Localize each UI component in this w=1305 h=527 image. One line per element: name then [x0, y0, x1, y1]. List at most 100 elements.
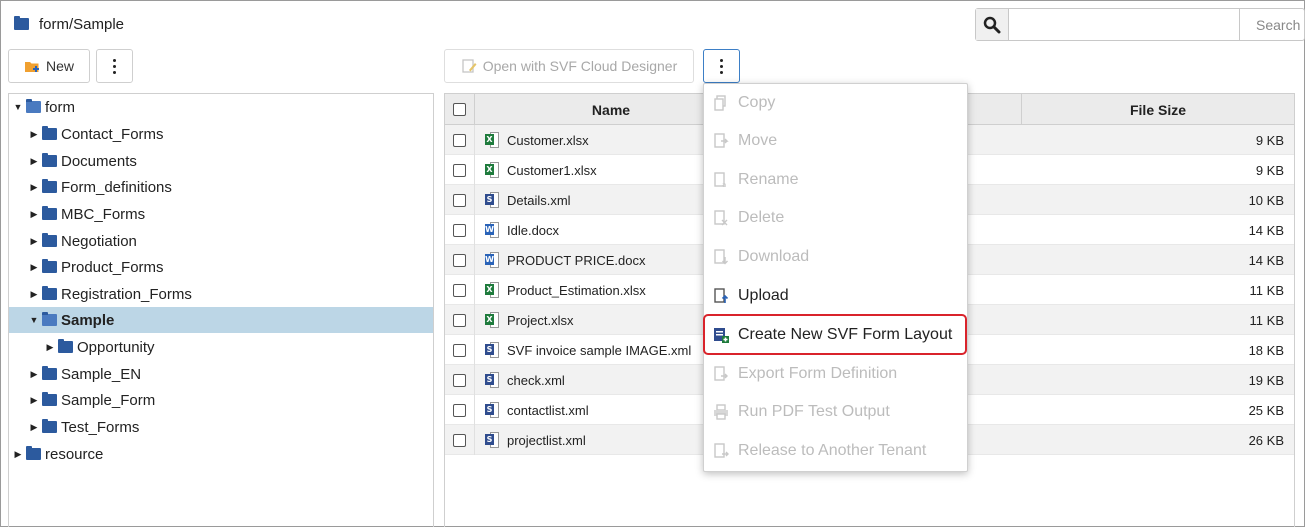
collapse-arrow-icon[interactable]: ▶ — [29, 289, 39, 300]
file-name[interactable]: Customer.xlsx — [507, 133, 589, 148]
row-checkbox[interactable] — [453, 223, 466, 237]
menu-item-label: Move — [738, 132, 778, 149]
tree-node-label: Sample — [61, 311, 115, 329]
new-button-label: New — [45, 58, 74, 74]
new-button[interactable]: New — [8, 49, 90, 83]
tree-node-registration-forms[interactable]: ▶ Registration_Forms — [9, 281, 433, 307]
tree-node-form[interactable]: ▼ form — [9, 94, 433, 120]
folder-icon — [58, 339, 73, 353]
context-menu: Copy Move a Rename Delete Download Uploa… — [703, 83, 968, 472]
file-name[interactable]: PRODUCT PRICE.docx — [507, 253, 645, 268]
tree-node-sample[interactable]: ▼ Sample — [9, 307, 433, 333]
file-size: 26 KB — [1248, 432, 1284, 448]
folder-icon — [42, 366, 57, 380]
tree-node-sample-form[interactable]: ▶ Sample_Form — [9, 387, 433, 413]
search-input[interactable] — [1009, 9, 1239, 40]
menu-item-create-layout[interactable]: Create New SVF Form Layout — [704, 316, 967, 354]
menu-item-label: Export Form Definition — [738, 365, 898, 382]
row-checkbox[interactable] — [453, 313, 466, 327]
menu-item-label: Create New SVF Form Layout — [738, 326, 953, 343]
tree-node-label: Registration_Forms — [61, 285, 192, 303]
file-name-cell: Scheck.xml — [485, 365, 565, 395]
tree-node-opportunity[interactable]: ▶ Opportunity — [9, 334, 433, 360]
folder-open-icon — [42, 312, 57, 326]
expand-arrow-icon[interactable]: ▼ — [29, 315, 39, 325]
expand-arrow-icon[interactable]: ▼ — [13, 102, 23, 112]
collapse-arrow-icon[interactable]: ▶ — [29, 262, 39, 273]
file-name[interactable]: projectlist.xml — [507, 433, 586, 448]
docx-file-icon: W — [485, 222, 499, 238]
menu-item-copy[interactable]: Copy — [704, 84, 967, 122]
menu-item-download[interactable]: Download — [704, 238, 967, 276]
file-name-cell: W Idle.docx — [485, 215, 559, 245]
row-checkbox[interactable] — [453, 283, 466, 297]
file-name[interactable]: SVF invoice sample IMAGE.xml — [507, 343, 691, 358]
file-name-cell: Sprojectlist.xml — [485, 425, 586, 455]
tree-node-negotiation[interactable]: ▶ Negotiation — [9, 228, 433, 254]
row-checkbox[interactable] — [453, 373, 466, 387]
docx-file-icon: W — [485, 252, 499, 268]
file-name[interactable]: Project.xlsx — [507, 313, 573, 328]
collapse-arrow-icon[interactable]: ▶ — [29, 395, 39, 406]
folder-icon — [42, 206, 57, 220]
file-name-cell: S SVF invoice sample IMAGE.xml — [485, 335, 691, 365]
file-name[interactable]: Product_Estimation.xlsx — [507, 283, 646, 298]
file-size: 14 KB — [1248, 252, 1284, 268]
collapse-arrow-icon[interactable]: ▶ — [29, 369, 39, 380]
collapse-arrow-icon[interactable]: ▶ — [29, 236, 39, 247]
menu-item-pdf-test[interactable]: Run PDF Test Output — [704, 393, 967, 431]
folder-icon — [42, 392, 57, 406]
xml-file-icon: S — [485, 342, 499, 358]
search-label[interactable]: Search — [1239, 9, 1304, 40]
file-name[interactable]: check.xml — [507, 373, 565, 388]
file-more-button[interactable] — [703, 49, 740, 83]
folder-icon — [42, 286, 57, 300]
row-checkbox[interactable] — [453, 343, 466, 357]
tree-node-resource[interactable]: ▶ resource — [9, 441, 433, 467]
collapse-arrow-icon[interactable]: ▶ — [45, 342, 55, 353]
tree-node-product-forms[interactable]: ▶ Product_Forms — [9, 254, 433, 280]
collapse-arrow-icon[interactable]: ▶ — [29, 422, 39, 433]
row-checkbox[interactable] — [453, 253, 466, 267]
tree-node-contact-forms[interactable]: ▶ Contact_Forms — [9, 121, 433, 147]
open-designer-label: Open with SVF Cloud Designer — [482, 58, 678, 74]
xlsx-file-icon: X — [485, 132, 499, 148]
tree-node-label: Sample_Form — [61, 391, 156, 409]
download-icon — [712, 248, 730, 266]
tree-node-form-definitions[interactable]: ▶ Form_definitions — [9, 174, 433, 200]
column-header-size[interactable]: File Size — [1021, 94, 1294, 125]
file-size: 11 KB — [1249, 282, 1284, 298]
row-checkbox[interactable] — [453, 433, 466, 447]
row-checkbox[interactable] — [453, 133, 466, 147]
collapse-arrow-icon[interactable]: ▶ — [29, 129, 39, 140]
collapse-arrow-icon[interactable]: ▶ — [29, 182, 39, 193]
tree-node-documents[interactable]: ▶ Documents — [9, 148, 433, 174]
tree-node-label: Negotiation — [61, 232, 137, 250]
search-button[interactable] — [976, 9, 1009, 40]
tree-node-test-forms[interactable]: ▶ Test_Forms — [9, 414, 433, 440]
row-checkbox[interactable] — [453, 403, 466, 417]
menu-item-upload[interactable]: Upload — [704, 277, 967, 315]
file-name[interactable]: Customer1.xlsx — [507, 163, 597, 178]
xml-file-icon: S — [485, 402, 499, 418]
tree-node-mbc-forms[interactable]: ▶ MBC_Forms — [9, 201, 433, 227]
row-checkbox[interactable] — [453, 163, 466, 177]
row-checkbox[interactable] — [453, 193, 466, 207]
folder-icon — [42, 126, 57, 140]
menu-item-release[interactable]: Release to Another Tenant — [704, 432, 967, 470]
menu-item-export[interactable]: Export Form Definition — [704, 355, 967, 393]
file-name[interactable]: Details.xml — [507, 193, 571, 208]
open-designer-button[interactable]: Open with SVF Cloud Designer — [444, 49, 694, 83]
menu-item-move[interactable]: Move — [704, 122, 967, 160]
menu-item-rename[interactable]: a Rename — [704, 161, 967, 199]
collapse-arrow-icon[interactable]: ▶ — [13, 449, 23, 460]
tree-node-sample-en[interactable]: ▶ Sample_EN — [9, 361, 433, 387]
create-layout-icon — [712, 326, 730, 344]
file-name[interactable]: contactlist.xml — [507, 403, 589, 418]
file-name[interactable]: Idle.docx — [507, 223, 559, 238]
collapse-arrow-icon[interactable]: ▶ — [29, 209, 39, 220]
tree-more-button[interactable] — [96, 49, 133, 83]
select-all-checkbox[interactable] — [453, 103, 466, 116]
menu-item-delete[interactable]: Delete — [704, 199, 967, 237]
collapse-arrow-icon[interactable]: ▶ — [29, 156, 39, 167]
